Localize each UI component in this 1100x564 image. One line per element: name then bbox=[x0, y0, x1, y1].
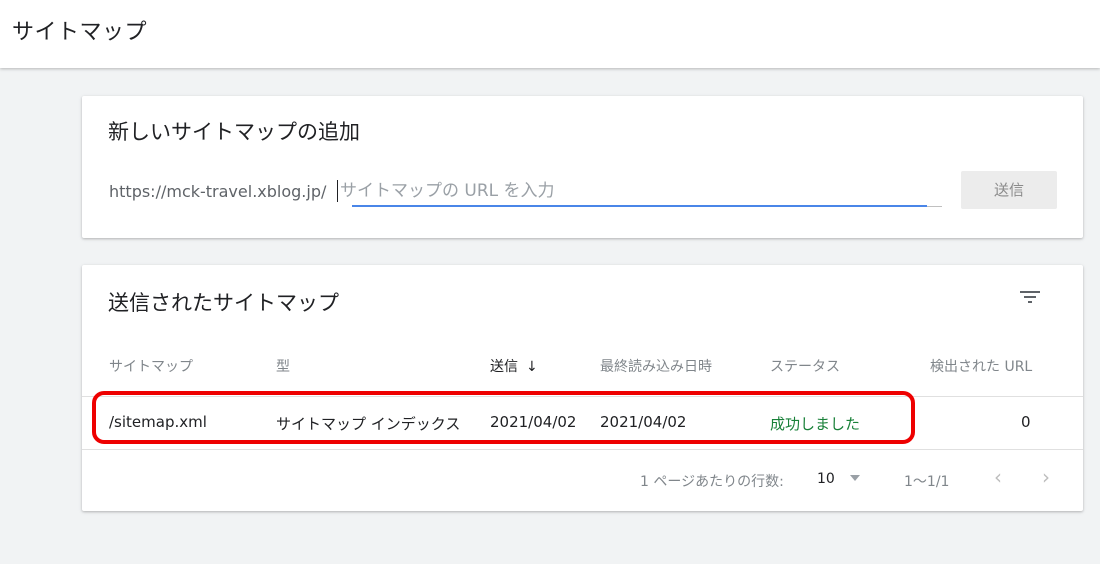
chevron-down-icon[interactable] bbox=[850, 475, 860, 481]
input-focus-underline bbox=[352, 205, 927, 207]
column-header-last-read[interactable]: 最終読み込み日時 bbox=[600, 356, 712, 376]
next-page-icon[interactable]: › bbox=[1042, 465, 1050, 489]
pagination-range: 1～1/1 bbox=[904, 474, 950, 490]
column-header-submitted[interactable]: 送信 ↓ bbox=[490, 356, 538, 376]
column-header-discovered-urls[interactable]: 検出された URL bbox=[930, 356, 1032, 376]
row-divider bbox=[82, 449, 1083, 450]
prev-page-icon[interactable]: ‹ bbox=[994, 465, 1002, 489]
rows-per-page-select[interactable]: 10 bbox=[817, 471, 835, 487]
add-sitemap-title: 新しいサイトマップの追加 bbox=[108, 120, 360, 144]
sort-descending-icon: ↓ bbox=[526, 359, 538, 375]
filter-icon[interactable] bbox=[1020, 289, 1040, 305]
column-header-submitted-label: 送信 bbox=[490, 359, 518, 375]
column-header-sitemap[interactable]: サイトマップ bbox=[109, 356, 193, 376]
column-header-type[interactable]: 型 bbox=[276, 356, 290, 376]
add-sitemap-card: 新しいサイトマップの追加 https://mck-travel.xblog.jp… bbox=[82, 96, 1083, 238]
cell-discovered-urls: 0 bbox=[1021, 413, 1031, 431]
site-url-prefix: https://mck-travel.xblog.jp/ bbox=[109, 182, 327, 201]
column-header-status[interactable]: ステータス bbox=[770, 356, 840, 376]
top-bar: サイトマップ bbox=[0, 0, 1100, 68]
page-title: サイトマップ bbox=[12, 20, 148, 45]
submitted-sitemaps-card: 送信されたサイトマップ サイトマップ 型 送信 ↓ 最終読み込み日時 ステータス … bbox=[82, 265, 1083, 511]
submit-button[interactable]: 送信 bbox=[961, 171, 1057, 209]
input-underline bbox=[927, 206, 942, 207]
rows-per-page-label: 1 ページあたりの行数: bbox=[640, 474, 784, 490]
highlight-annotation bbox=[92, 391, 915, 444]
submitted-sitemaps-title: 送信されたサイトマップ bbox=[108, 291, 339, 315]
text-cursor bbox=[337, 180, 338, 202]
sitemap-url-input[interactable] bbox=[340, 176, 940, 206]
